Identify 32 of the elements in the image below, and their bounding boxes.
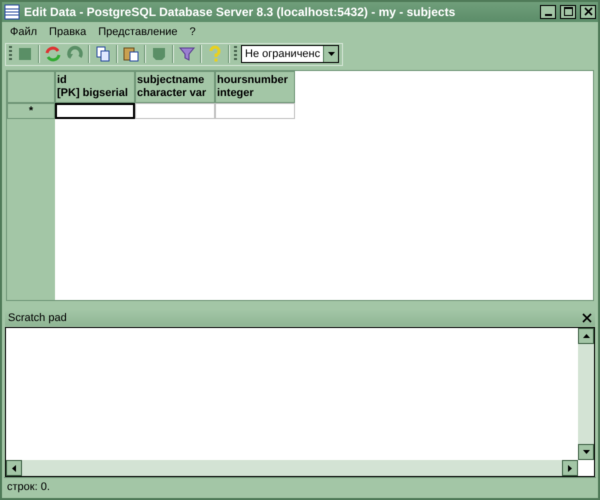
vertical-scrollbar[interactable] bbox=[578, 328, 594, 460]
maximize-button[interactable] bbox=[560, 4, 576, 19]
menu-item[interactable]: Правка bbox=[49, 26, 86, 38]
copy-icon[interactable] bbox=[94, 45, 112, 64]
caret-icon bbox=[328, 52, 335, 56]
filter-icon[interactable] bbox=[178, 45, 196, 64]
table-cell[interactable] bbox=[55, 103, 135, 120]
paste-icon[interactable] bbox=[122, 45, 140, 64]
column-header[interactable]: hoursnumber integer bbox=[215, 71, 295, 104]
down-arrow-icon bbox=[582, 450, 590, 454]
maximize-icon bbox=[564, 7, 572, 16]
window-title: Edit Data - PostgreSQL Database Server 8.3 (localhost:5432) - my - subjects bbox=[24, 4, 456, 19]
status-text: строк: 0. bbox=[7, 481, 50, 494]
scratch-pad-field[interactable] bbox=[5, 327, 595, 478]
table-icon bbox=[4, 4, 20, 20]
right-arrow-icon bbox=[568, 464, 572, 472]
row-header: * bbox=[7, 103, 55, 120]
minimize-icon bbox=[544, 14, 552, 16]
column-header[interactable]: id [PK] bigserial bbox=[55, 71, 135, 104]
menu-item[interactable]: Файл bbox=[10, 26, 38, 38]
panel-title: Scratch pad bbox=[8, 312, 67, 324]
close-button[interactable] bbox=[580, 4, 596, 19]
menu-item[interactable]: ? bbox=[190, 26, 196, 38]
horizontal-scrollbar[interactable] bbox=[6, 460, 578, 476]
left-arrow-icon bbox=[12, 464, 16, 472]
close-icon[interactable] bbox=[582, 312, 592, 323]
close-icon bbox=[584, 7, 592, 16]
up-arrow-icon bbox=[582, 334, 590, 338]
column-header[interactable]: subjectname character var bbox=[135, 71, 215, 104]
menu-item[interactable]: Представление bbox=[98, 26, 178, 38]
minimize-button[interactable] bbox=[540, 4, 556, 19]
row-limit-dropdown[interactable]: Не ограниченс bbox=[241, 45, 340, 64]
